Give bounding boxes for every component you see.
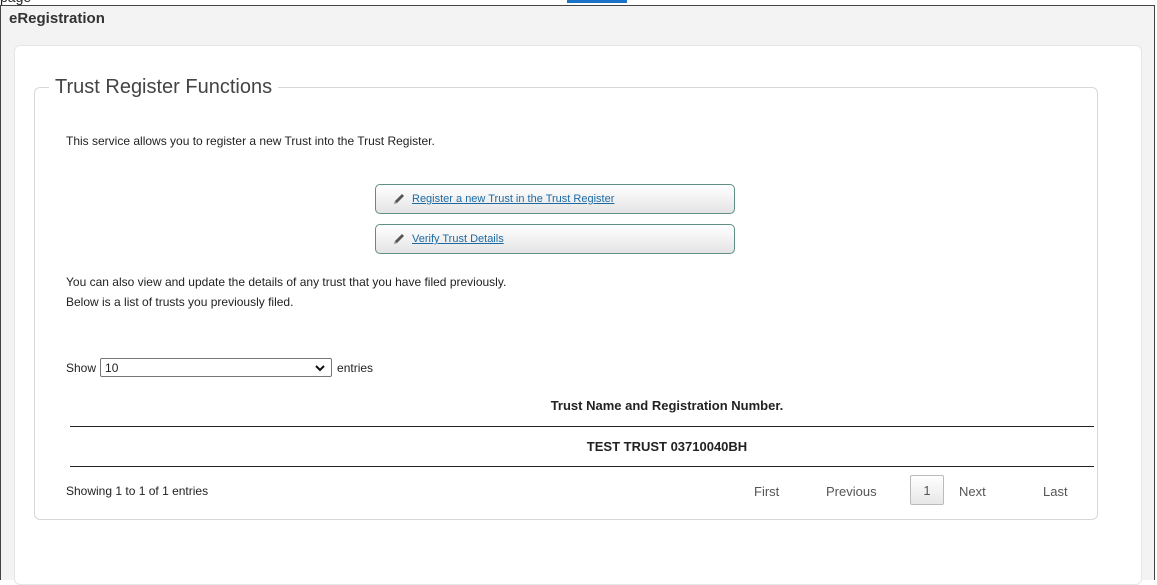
entries-select-value: 10 [105, 360, 119, 375]
trust-name-cell[interactable]: TEST TRUST 03710040BH [587, 427, 747, 466]
intro-text: This service allows you to register a ne… [66, 134, 435, 148]
pencil-icon [394, 194, 404, 204]
entries-length-control: Show 10 entries [66, 358, 373, 377]
verify-trust-button[interactable]: Verify Trust Details [375, 224, 735, 254]
note-line-1: You can also view and update the details… [66, 275, 507, 289]
table-info: Showing 1 to 1 of 1 entries [66, 484, 209, 498]
length-suffix: entries [337, 360, 374, 375]
top-fragment-link[interactable] [567, 0, 627, 3]
entries-select[interactable]: 10 [100, 358, 333, 377]
app-title: eRegistration [9, 10, 105, 27]
section-legend: Trust Register Functions [55, 76, 273, 98]
table-row[interactable]: TEST TRUST 03710040BH [70, 427, 1094, 467]
pagination-first[interactable]: First [754, 484, 779, 499]
register-trust-button[interactable]: Register a new Trust in the Trust Regist… [375, 184, 735, 214]
register-trust-link[interactable]: Register a new Trust in the Trust Regist… [412, 193, 614, 205]
verify-trust-link[interactable]: Verify Trust Details [412, 233, 504, 245]
pagination-current-page[interactable]: 1 [910, 475, 944, 505]
note-line-2: Below is a list of trusts you previously… [66, 295, 294, 309]
column-header-label: Trust Name and Registration Number. [550, 398, 784, 413]
column-header-trust-name[interactable]: Trust Name and Registration Number. [70, 398, 1094, 427]
pagination-previous[interactable]: Previous [826, 484, 877, 499]
pencil-icon [394, 234, 404, 244]
pagination-next[interactable]: Next [959, 484, 986, 499]
chevron-down-icon [315, 364, 325, 371]
length-prefix: Show [66, 360, 97, 375]
pagination-last[interactable]: Last [1043, 484, 1068, 499]
